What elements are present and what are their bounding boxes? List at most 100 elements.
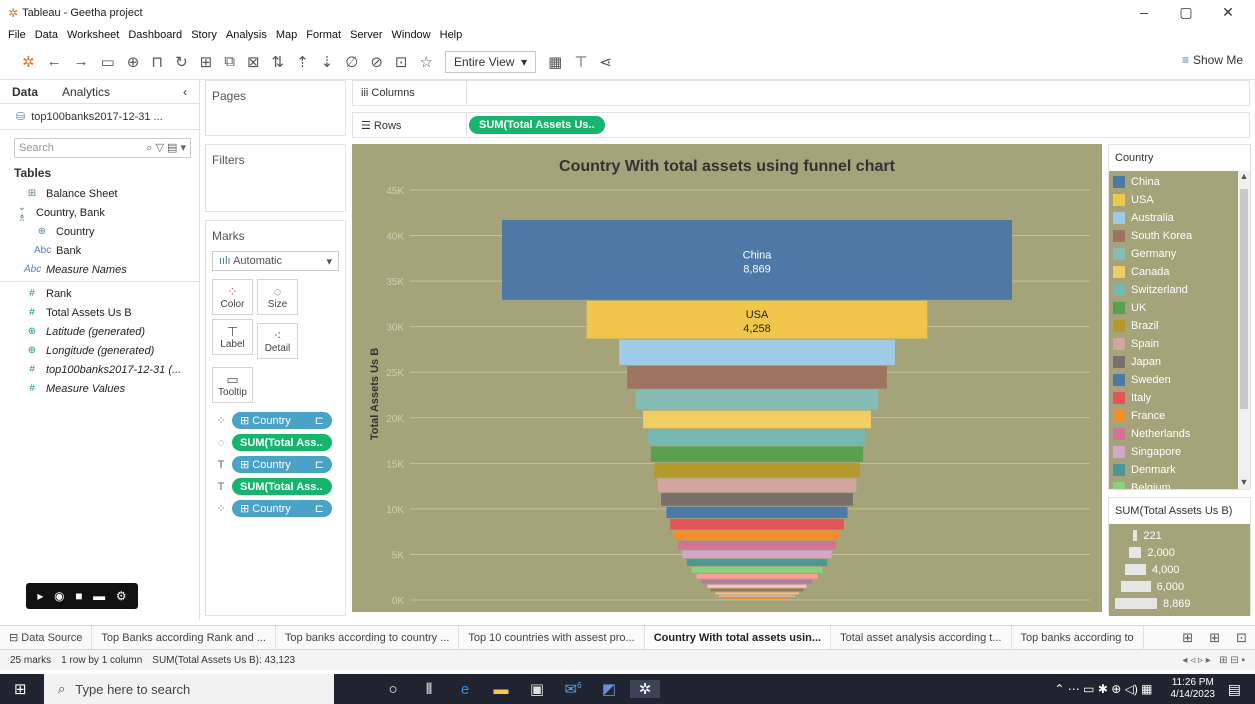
- close-button[interactable]: ✕: [1214, 4, 1242, 21]
- rows-pill[interactable]: SUM(Total Assets Us..: [469, 116, 605, 134]
- funnel-bar[interactable]: [627, 366, 887, 389]
- menu-worksheet[interactable]: Worksheet: [67, 29, 119, 41]
- new-story-tab-icon[interactable]: ⊡: [1228, 630, 1255, 646]
- color-button[interactable]: ⁘ Color: [212, 279, 253, 315]
- menu-help[interactable]: Help: [440, 29, 463, 41]
- menu-map[interactable]: Map: [276, 29, 297, 41]
- menu-file[interactable]: File: [8, 29, 26, 41]
- funnel-bar[interactable]: [715, 592, 799, 595]
- clock[interactable]: 11:26 PM 4/14/2023: [1171, 677, 1216, 701]
- funnel-bar[interactable]: [678, 540, 836, 550]
- legend-item[interactable]: Switzerland: [1113, 281, 1250, 299]
- share-icon[interactable]: ⋖: [599, 53, 612, 71]
- field-item[interactable]: ⌄ ♗ Country, Bank: [0, 202, 199, 224]
- minimize-button[interactable]: –: [1130, 4, 1158, 20]
- datasource-item[interactable]: ⛁ top100banks2017-12-31 ...: [0, 104, 199, 130]
- highlight-icon[interactable]: ∅: [345, 53, 358, 71]
- funnel-bar[interactable]: [686, 559, 828, 566]
- menu-dashboard[interactable]: Dashboard: [128, 29, 182, 41]
- back-arrow-icon[interactable]: ←: [47, 53, 62, 70]
- window-icon[interactable]: ▬: [93, 589, 105, 603]
- windows-start-icon[interactable]: ⊞: [14, 680, 27, 698]
- legend-item[interactable]: Belgium: [1113, 479, 1250, 489]
- duplicate-sheet-icon[interactable]: ⧉: [224, 53, 235, 70]
- menu-analysis[interactable]: Analysis: [226, 29, 267, 41]
- sort-ascending-icon[interactable]: ⇡: [296, 53, 309, 71]
- measure-item[interactable]: # top100banks2017-12-31 (...: [0, 360, 199, 379]
- sheet-navigation-icon[interactable]: ◂ ◃ ▹ ▸ ⊞ ⊟ ▪: [1182, 655, 1245, 666]
- tab-analytics[interactable]: Analytics: [50, 85, 122, 99]
- field-item[interactable]: ⊞ Balance Sheet: [0, 184, 199, 203]
- funnel-bar[interactable]: [710, 588, 804, 592]
- legend-item[interactable]: Australia: [1113, 209, 1250, 227]
- show-me-button[interactable]: ≡ Show Me: [1182, 53, 1243, 67]
- legend-item[interactable]: Germany: [1113, 245, 1250, 263]
- file-explorer-icon[interactable]: ▬: [486, 681, 516, 698]
- funnel-bar[interactable]: [661, 493, 853, 506]
- forward-arrow-icon[interactable]: →: [74, 53, 89, 70]
- measure-item[interactable]: # Total Assets Us B: [0, 303, 199, 322]
- show-cards-icon[interactable]: ▦: [548, 53, 562, 71]
- legend-item[interactable]: China: [1113, 173, 1250, 191]
- sheet-tab[interactable]: Total asset analysis according t...: [831, 626, 1012, 649]
- menu-story[interactable]: Story: [191, 29, 217, 41]
- cortana-icon[interactable]: ○: [378, 681, 408, 698]
- camera-icon[interactable]: ◉: [54, 589, 64, 603]
- mark-pill[interactable]: SUM(Total Ass..: [232, 478, 332, 495]
- field-item[interactable]: Abc Measure Names: [0, 260, 199, 279]
- mark-type-dropdown[interactable]: ıılı Automatic ▾: [212, 251, 339, 271]
- swap-icon[interactable]: ⇅: [272, 53, 285, 71]
- funnel-bar[interactable]: [657, 478, 857, 493]
- legend-item[interactable]: Spain: [1113, 335, 1250, 353]
- show-labels-icon[interactable]: ⊡: [395, 53, 408, 71]
- columns-shelf[interactable]: iii Columns: [352, 80, 1250, 106]
- legend-item[interactable]: Netherlands: [1113, 425, 1250, 443]
- funnel-bar[interactable]: [723, 597, 791, 599]
- sheet-tab[interactable]: Top banks according to country ...: [276, 626, 460, 649]
- funnel-bar[interactable]: [674, 530, 840, 540]
- funnel-bar[interactable]: [691, 566, 823, 573]
- funnel-bar[interactable]: [696, 573, 818, 579]
- menu-format[interactable]: Format: [306, 29, 341, 41]
- recorder-widget[interactable]: ▸ ◉ ■ ▬ ⚙: [26, 583, 138, 609]
- rows-shelf[interactable]: ☰ Rows SUM(Total Assets Us..: [352, 112, 1250, 138]
- store-icon[interactable]: ▣: [522, 680, 552, 698]
- funnel-bar[interactable]: [701, 579, 813, 584]
- mark-pill[interactable]: ⊞ Country ⊏: [232, 500, 332, 517]
- measure-item[interactable]: # Rank: [0, 284, 199, 303]
- mark-pill[interactable]: ⊞ Country ⊏: [232, 412, 332, 429]
- presentation-icon[interactable]: ⊤: [574, 53, 587, 71]
- funnel-bar[interactable]: [647, 429, 867, 446]
- save-icon[interactable]: ▭: [101, 53, 115, 71]
- filters-shelf[interactable]: Filters: [205, 144, 346, 212]
- group-icon[interactable]: ⊘: [370, 53, 383, 71]
- pause-updates-icon[interactable]: ⊓: [151, 53, 163, 71]
- sheet-tab[interactable]: Top banks according to: [1012, 626, 1144, 649]
- new-worksheet-tab-icon[interactable]: ⊞: [1174, 630, 1201, 646]
- tableau-taskbar-icon[interactable]: ✲: [630, 680, 660, 698]
- tray-icons[interactable]: ⌃ ⋯ ▭ ✱ ⊕ ◁) ▦: [1054, 682, 1152, 696]
- measure-item[interactable]: # Measure Values: [0, 379, 199, 398]
- legend-item[interactable]: Japan: [1113, 353, 1250, 371]
- detail-button[interactable]: ⁖ Detail: [257, 323, 298, 359]
- tableau-home-icon[interactable]: ✲: [22, 53, 35, 71]
- menu-window[interactable]: Window: [392, 29, 431, 41]
- sheet-tab[interactable]: Country With total assets usin...: [644, 626, 832, 649]
- field-item[interactable]: ⊕ Country: [0, 222, 199, 241]
- legend-item[interactable]: UK: [1113, 299, 1250, 317]
- new-datasource-icon[interactable]: ⊕: [127, 53, 140, 71]
- sheet-tab[interactable]: Top 10 countries with assest pro...: [459, 626, 645, 649]
- legend-item[interactable]: Sweden: [1113, 371, 1250, 389]
- funnel-bar[interactable]: [619, 339, 895, 366]
- pin-icon[interactable]: ☆: [419, 53, 432, 71]
- legend-item[interactable]: France: [1113, 407, 1250, 425]
- legend-item[interactable]: USA: [1113, 191, 1250, 209]
- task-view-icon[interactable]: ⫴: [414, 681, 444, 698]
- funnel-bar[interactable]: [635, 389, 879, 410]
- funnel-bar[interactable]: [666, 506, 848, 519]
- measure-item[interactable]: ⊕ Longitude (generated): [0, 341, 199, 360]
- tooltip-button[interactable]: ▭ Tooltip: [212, 367, 253, 403]
- cursor-icon[interactable]: ▸: [37, 589, 43, 603]
- funnel-bar[interactable]: [650, 446, 864, 463]
- measure-item[interactable]: ⊕ Latitude (generated): [0, 322, 199, 341]
